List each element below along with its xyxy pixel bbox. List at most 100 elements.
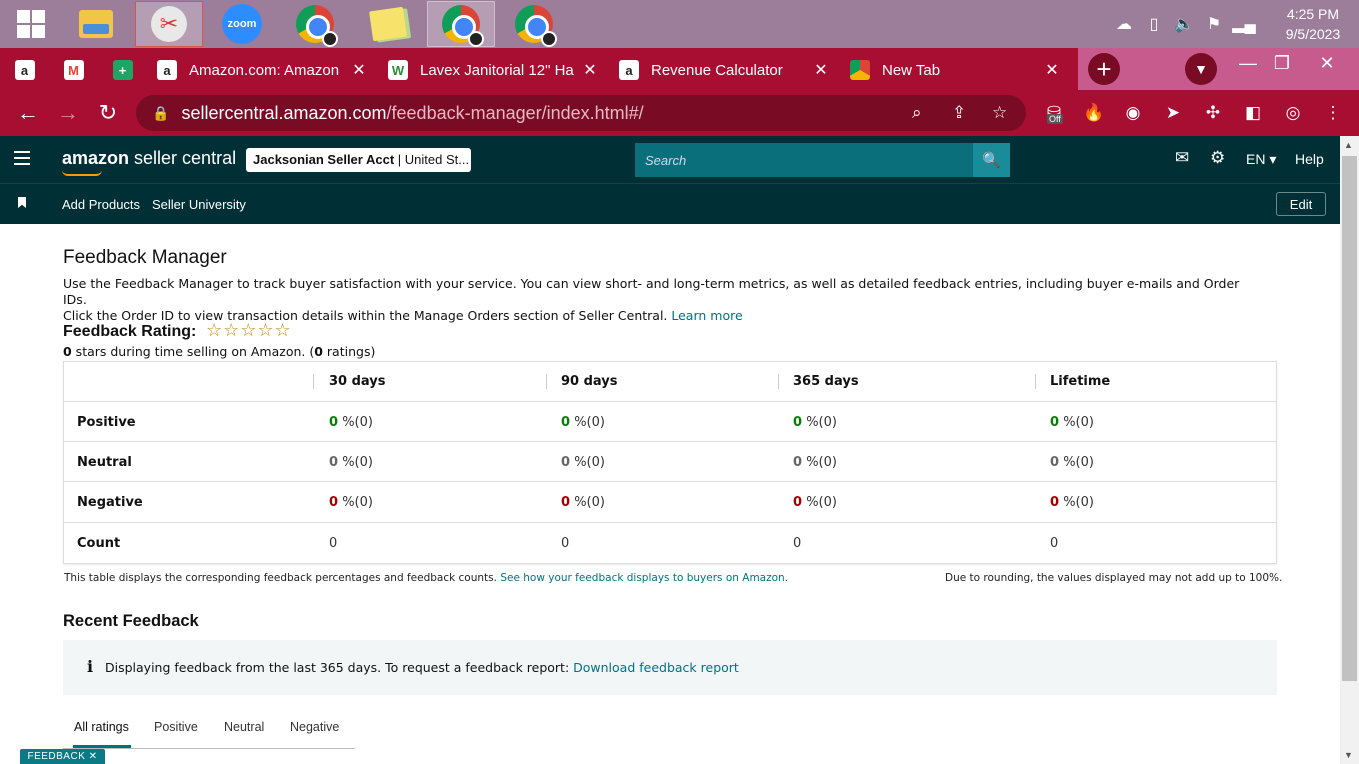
reload-button[interactable]: ↻ [88,93,128,133]
active-tab-indicator [73,745,131,748]
windows-start-button[interactable] [0,0,62,48]
page-scrollbar[interactable]: ▲ ▼ [1340,136,1359,764]
restore-window-button[interactable]: ❐ [1262,48,1302,78]
table-cell: 0 %(0) [1050,495,1094,510]
feedback-table: 30 days 90 days 365 days Lifetime Positi… [63,361,1277,564]
column-header: 90 days [561,374,618,389]
close-tab-icon[interactable]: ✕ [1043,60,1061,80]
url-text: sellercentral.amazon.com/feedback-manage… [181,102,644,123]
taskbar-snipping-tool[interactable]: ✂ [135,1,203,47]
page-title: Feedback Manager [63,247,227,268]
extension-flame-icon[interactable]: 🔥 [1081,100,1107,126]
nav-add-products[interactable]: Add Products [62,197,140,212]
account-switcher[interactable]: Jacksonian Seller Acct | United St... [246,148,471,172]
battery-icon[interactable]: ▯ [1143,13,1165,35]
scissors-icon: ✂ [151,6,187,42]
info-alert: i Displaying feedback from the last 365 … [63,640,1277,695]
chrome-icon [515,5,557,47]
seller-central-logo[interactable]: amazon seller central [62,148,236,176]
table-cell: 0 %(0) [329,455,373,470]
tab-revenue-calculator[interactable]: a Revenue Calculator ✕ [609,50,840,90]
search-icon[interactable]: 🔍 [973,143,1010,177]
tab-new-tab[interactable]: New Tab ✕ [840,50,1071,90]
tab-pinned-gmail[interactable]: M [49,50,98,90]
gmail-favicon-icon: M [63,60,84,80]
page-description: Use the Feedback Manager to track buyer … [63,276,1240,323]
download-report-link[interactable]: Download feedback report [573,660,739,675]
feedback-widget-button[interactable]: FEEDBACK ✕ [20,749,105,764]
taskbar-zoom[interactable]: zoom [208,1,276,47]
language-selector[interactable]: EN ▾ [1246,151,1276,168]
wifi-icon[interactable]: ▂▄ [1232,13,1256,35]
taskbar-chrome-1[interactable] [281,1,349,47]
weather-icon[interactable]: ☁ [1113,13,1135,35]
rounding-note: Due to rounding, the values displayed ma… [945,572,1283,584]
new-tab-button[interactable]: + [1088,53,1120,85]
tab-title: Revenue Calculator [651,61,783,79]
back-button[interactable]: ← [8,93,48,133]
learn-more-link[interactable]: Learn more [671,308,742,323]
tab-search-button[interactable]: ▼ [1185,53,1217,85]
tab-title: Amazon.com: Amazon [189,61,340,79]
nav-seller-university[interactable]: Seller University [152,197,246,212]
forward-button[interactable]: → [48,93,88,133]
extension-off-icon[interactable]: ⛁ Off [1041,100,1067,126]
windows-taskbar: ✂ zoom ☁ ▯ 🔈 ⚑ ▂▄ 4:25 PM 9/5/2023 [0,0,1359,48]
close-tab-icon[interactable]: ✕ [581,60,599,80]
zoom-icon[interactable]: ⌕ [912,103,922,123]
scroll-up-arrow-icon[interactable]: ▲ [1344,140,1353,150]
close-tab-icon[interactable]: ✕ [350,60,368,80]
column-header: 365 days [793,374,859,389]
table-cell: 0 [329,536,338,551]
mail-icon[interactable]: ✉ [1175,148,1189,168]
scrollbar-thumb[interactable] [1342,156,1357,681]
search-input[interactable]: Search [635,143,973,177]
sticky-notes-icon [369,6,407,42]
bookmark-icon[interactable] [18,197,26,208]
row-label: Negative [77,495,143,510]
chrome-favicon-icon [850,60,870,80]
table-cell: 0 %(0) [329,495,373,510]
taskbar-chrome-2[interactable] [427,1,495,47]
taskbar-sticky-notes[interactable] [354,1,422,47]
taskbar-chrome-3[interactable] [500,1,568,47]
info-text: Displaying feedback from the last 365 da… [105,660,739,675]
tab-all-ratings[interactable]: All ratings [74,720,129,734]
tab-negative[interactable]: Negative [290,720,339,734]
tab-pinned-amazon[interactable]: a [0,50,49,90]
help-link[interactable]: Help [1295,151,1324,167]
tab-pinned-sheets[interactable]: + [98,50,147,90]
profile-avatar-icon[interactable]: ◎ [1280,100,1306,126]
extensions-puzzle-icon[interactable]: ✣ [1200,100,1226,126]
tab-lavex[interactable]: W Lavex Janitorial 12" Ha ✕ [378,50,609,90]
side-panel-icon[interactable]: ◧ [1240,100,1266,126]
network-flag-icon[interactable]: ⚑ [1203,13,1225,35]
feedback-rating-label: Feedback Rating: [63,323,197,340]
bookmark-star-icon[interactable]: ☆ [992,103,1007,123]
system-clock[interactable]: 4:25 PM 9/5/2023 [1267,4,1359,44]
taskbar-file-explorer[interactable] [62,1,130,47]
tab-amazon[interactable]: a Amazon.com: Amazon ✕ [147,50,378,90]
tab-title: Lavex Janitorial 12" Ha [420,61,574,79]
table-cell: 0 %(0) [793,415,837,430]
edit-nav-button[interactable]: Edit [1276,192,1326,216]
close-window-button[interactable]: ✕ [1307,48,1347,78]
chrome-menu-icon[interactable]: ⋮ [1320,100,1346,126]
tab-positive[interactable]: Positive [154,720,198,734]
scroll-down-arrow-icon[interactable]: ▼ [1344,750,1353,760]
share-icon[interactable]: ⇪ [952,103,966,123]
rating-summary: 0 stars during time selling on Amazon. (… [63,344,376,359]
star-rating-icon: ☆☆☆☆☆ [206,320,292,341]
tab-neutral[interactable]: Neutral [224,720,264,734]
close-tab-icon[interactable]: ✕ [812,60,830,80]
extension-circle-icon[interactable]: ◉ [1120,100,1146,126]
extension-cursor-icon[interactable]: ➤ [1160,100,1186,126]
chrome-icon [442,5,484,47]
volume-icon[interactable]: 🔈 [1173,13,1195,35]
buyer-display-link[interactable]: See how your feedback displays to buyers… [500,572,788,584]
hamburger-menu-icon[interactable] [14,151,30,169]
table-cell: 0 %(0) [329,415,373,430]
settings-gear-icon[interactable]: ⚙ [1210,148,1225,168]
address-bar[interactable]: 🔒 sellercentral.amazon.com/feedback-mana… [136,95,1026,131]
table-row-count: Count 0 0 0 0 [64,523,1276,563]
